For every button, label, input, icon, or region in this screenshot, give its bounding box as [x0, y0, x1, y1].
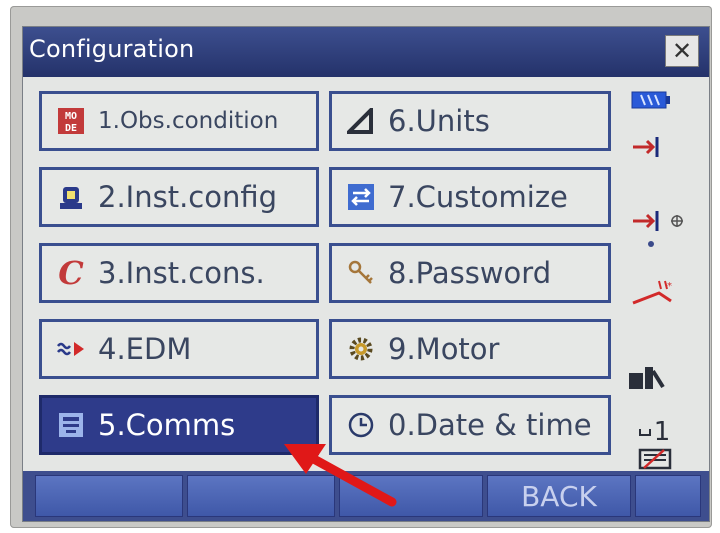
back-softkey[interactable]: BACK [487, 475, 631, 517]
menu-item-date-time[interactable]: 0.Date & time [329, 395, 611, 455]
menu-item-motor[interactable]: 9.Motor [329, 319, 611, 379]
keyboard-icon [635, 445, 675, 473]
menu-item-edm[interactable]: 4.EDM [39, 319, 319, 379]
softkey-3[interactable] [339, 475, 483, 517]
menu-item-label: 5.Comms [98, 408, 236, 442]
menu-item-label: 6.Units [388, 104, 490, 138]
battery-icon [631, 89, 671, 111]
menu-item-customize[interactable]: 7.Customize [329, 167, 611, 227]
face-indicator-icon: 1 [637, 417, 671, 447]
target-arrow-crosshair-icon [631, 209, 691, 233]
tilt-icon [627, 363, 667, 393]
status-strip: * 1 [623, 83, 709, 473]
gear-icon [346, 334, 376, 364]
constant-c-icon: C [58, 254, 84, 292]
softkey-bar: BACK [23, 471, 709, 521]
face-number: 1 [653, 417, 671, 447]
target-arrow-icon [631, 135, 661, 159]
menu-item-label: 2.Inst.config [98, 180, 278, 214]
window-title: Configuration [29, 35, 195, 63]
close-button[interactable]: ✕ [665, 35, 699, 67]
softkey-2[interactable] [187, 475, 335, 517]
menu-item-obs-condition[interactable]: MO DE 1.Obs.condition [39, 91, 319, 151]
triangle-icon [346, 106, 376, 136]
dot-icon [641, 237, 661, 251]
menu-item-label: 8.Password [388, 256, 552, 290]
menu-item-label: 3.Inst.cons. [98, 256, 265, 290]
title-bar: Configuration ✕ [23, 27, 709, 77]
mode-icon: MO DE [56, 106, 86, 136]
menu-item-label: 0.Date & time [388, 408, 592, 442]
edm-signal-icon [56, 334, 86, 364]
laser-pointer-icon: * [631, 275, 677, 307]
close-icon: ✕ [671, 37, 693, 65]
menu-item-units[interactable]: 6.Units [329, 91, 611, 151]
menu-item-label: 4.EDM [98, 332, 192, 366]
comms-icon [56, 410, 86, 440]
svg-text:DE: DE [65, 123, 77, 134]
menu-item-password[interactable]: 8.Password [329, 243, 611, 303]
menu-item-label: 1.Obs.condition [98, 108, 279, 134]
svg-text:*: * [667, 281, 672, 292]
softkey-1[interactable] [35, 475, 183, 517]
menu-item-comms[interactable]: 5.Comms [39, 395, 319, 455]
menu-item-label: 7.Customize [388, 180, 568, 214]
menu-item-inst-cons[interactable]: C 3.Inst.cons. [39, 243, 319, 303]
key-icon [346, 258, 376, 288]
device-screen: Configuration ✕ MO DE 1.Obs.condition 2.… [22, 26, 710, 522]
clock-icon [346, 410, 376, 440]
swap-arrows-icon [346, 182, 376, 212]
menu-item-inst-config[interactable]: 2.Inst.config [39, 167, 319, 227]
instrument-icon [56, 182, 86, 212]
svg-text:MO: MO [65, 111, 77, 122]
menu-item-label: 9.Motor [388, 332, 500, 366]
softkey-5[interactable] [635, 475, 701, 517]
